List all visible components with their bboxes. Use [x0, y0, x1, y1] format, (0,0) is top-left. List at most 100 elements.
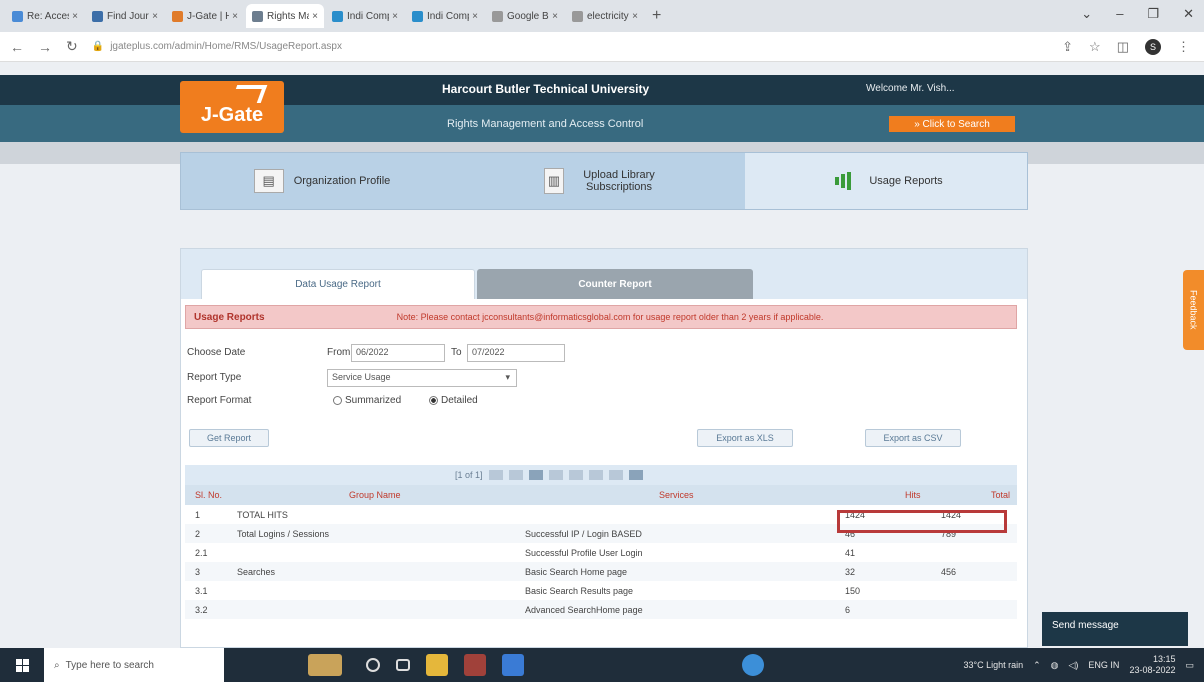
format-summarized-option[interactable]: Summarized	[333, 395, 401, 406]
tray-chevron-icon[interactable]: ⌃	[1033, 660, 1041, 671]
app-icon[interactable]	[464, 654, 486, 676]
new-tab-button[interactable]: +	[652, 7, 661, 25]
upload-doc-icon: ▥	[544, 168, 564, 194]
logo-check-icon	[230, 85, 268, 103]
cell-sl-no: 1	[195, 509, 201, 520]
tab-close-icon[interactable]: ×	[552, 11, 558, 22]
send-message-widget[interactable]: Send message	[1042, 612, 1188, 646]
jgate-logo[interactable]: J-Gate	[180, 81, 284, 133]
tab-close-icon[interactable]: ×	[632, 11, 638, 22]
tab-title: electricity c	[587, 10, 629, 22]
weather-text[interactable]: 33°C Light rain	[963, 660, 1023, 670]
format-detailed-option[interactable]: Detailed	[429, 395, 478, 406]
sidepanel-icon[interactable]: ◫	[1117, 39, 1129, 55]
export-csv-button[interactable]: Export as CSV	[865, 429, 961, 447]
report-type-select[interactable]: Service Usage ▾	[327, 369, 517, 387]
volume-icon[interactable]: ◁)	[1069, 660, 1079, 671]
tab-counter-report[interactable]: Counter Report	[477, 269, 753, 299]
task-view-icon[interactable]	[396, 659, 410, 671]
language-indicator[interactable]: ENG IN	[1088, 660, 1119, 670]
chrome-icon[interactable]	[742, 654, 764, 676]
browser-tab[interactable]: electricity c×	[566, 4, 644, 28]
reload-icon[interactable]: ↻	[66, 38, 78, 55]
cell-hits: 32	[845, 566, 856, 577]
browser-tab[interactable]: Rights Manage×	[246, 4, 324, 28]
cell-hits: 150	[845, 585, 861, 596]
windows-start-button[interactable]	[0, 648, 44, 682]
restore-icon[interactable]: ❐	[1147, 6, 1159, 22]
menu-icon[interactable]: ⋮	[1177, 39, 1190, 55]
address-bar: ← → ↻ 🔒 jgateplus.com/admin/Home/RMS/Usa…	[0, 32, 1204, 62]
notification-icon[interactable]: ▭	[1185, 660, 1194, 671]
chevron-down-icon[interactable]: ⌄	[1081, 6, 1092, 22]
click-to-search-button[interactable]: » Click to Search	[889, 116, 1015, 132]
file-explorer-icon[interactable]	[426, 654, 448, 676]
url-input[interactable]: jgateplus.com/admin/Home/RMS/UsageReport…	[110, 41, 342, 52]
from-date-input[interactable]: 06/2022	[351, 344, 445, 362]
close-icon[interactable]: ✕	[1183, 6, 1194, 22]
cell-group-name: Searches	[237, 566, 276, 577]
cell-sl-no: 2	[195, 528, 201, 539]
tab-favicon-icon	[92, 10, 103, 22]
nav-usage-reports[interactable]: Usage Reports	[745, 153, 1027, 209]
choose-date-label: Choose Date	[187, 347, 246, 358]
browser-tab[interactable]: J-Gate | Home×	[166, 4, 244, 28]
search-icon: ⌕	[54, 659, 60, 671]
taskbar-search-input[interactable]: ⌕ Type here to search	[44, 648, 224, 682]
get-report-button[interactable]: Get Report	[189, 429, 269, 447]
nav-upload-library[interactable]: ▥ Upload Library Subscriptions	[463, 153, 745, 209]
profile-avatar[interactable]: S	[1145, 39, 1161, 55]
weather-widget-icon[interactable]	[308, 654, 342, 676]
back-icon[interactable]: ←	[10, 39, 24, 55]
tab-title: Google BPS	[507, 10, 549, 22]
tab-title: Indi Compus	[427, 10, 469, 22]
tab-favicon-icon	[332, 10, 343, 22]
app-window-icon[interactable]	[502, 654, 524, 676]
tab-close-icon[interactable]: ×	[312, 11, 318, 22]
print-icon[interactable]	[628, 470, 643, 480]
cell-service: Successful IP / Login BASED	[525, 528, 642, 539]
next-page-icon[interactable]	[548, 470, 563, 480]
prev-page-icon[interactable]	[508, 470, 523, 480]
share-icon[interactable]: ⇪	[1062, 39, 1073, 55]
cell-sl-no: 3	[195, 566, 201, 577]
radio-summarized[interactable]	[333, 395, 342, 405]
clock[interactable]: 13:15 23-08-2022	[1129, 654, 1175, 676]
cortana-icon[interactable]	[366, 658, 380, 672]
to-date-input[interactable]: 07/2022	[467, 344, 565, 362]
cell-group-name: TOTAL HITS	[237, 509, 288, 520]
pager-text: [1 of 1]	[455, 470, 483, 480]
feedback-tab[interactable]: Feedback	[1183, 270, 1204, 350]
browser-tab[interactable]: Indi Compus×	[326, 4, 404, 28]
chart-icon	[829, 169, 859, 193]
browser-tab[interactable]: Indi Compus×	[406, 4, 484, 28]
forward-icon[interactable]: →	[38, 39, 52, 55]
tab-close-icon[interactable]: ×	[152, 11, 158, 22]
taskbar: ⌕ Type here to search 33°C Light rain ⌃ …	[0, 648, 1204, 682]
page-view-icon[interactable]	[528, 470, 543, 480]
first-page-icon[interactable]	[488, 470, 503, 480]
table-row: 2.1 Successful Profile User Login 41	[185, 543, 1017, 562]
nav-organization-profile[interactable]: ▤ Organization Profile	[181, 153, 463, 209]
network-icon[interactable]: ◍	[1051, 660, 1059, 671]
star-icon[interactable]: ☆	[1089, 39, 1101, 55]
cell-group-name: Total Logins / Sessions	[237, 528, 330, 539]
tab-close-icon[interactable]: ×	[472, 11, 478, 22]
radio-detailed[interactable]	[429, 395, 438, 405]
zoom-in-icon[interactable]	[588, 470, 603, 480]
col-sl-no: Sl. No.	[195, 490, 223, 500]
minimize-icon[interactable]: –	[1116, 6, 1123, 22]
tab-close-icon[interactable]: ×	[72, 11, 78, 22]
tab-close-icon[interactable]: ×	[232, 11, 238, 22]
browser-tab[interactable]: Find Journal×	[86, 4, 164, 28]
lock-icon[interactable]: 🔒	[92, 41, 104, 52]
window-controls: ⌄ – ❐ ✕	[1081, 6, 1194, 22]
browser-tab[interactable]: Re: Access×	[6, 4, 84, 28]
tab-close-icon[interactable]: ×	[392, 11, 398, 22]
banner-title: Usage Reports	[194, 311, 265, 323]
browser-tab[interactable]: Google BPS×	[486, 4, 564, 28]
tab-data-usage-report[interactable]: Data Usage Report	[201, 269, 475, 299]
last-page-icon[interactable]	[568, 470, 583, 480]
zoom-out-icon[interactable]	[608, 470, 623, 480]
export-xls-button[interactable]: Export as XLS	[697, 429, 793, 447]
